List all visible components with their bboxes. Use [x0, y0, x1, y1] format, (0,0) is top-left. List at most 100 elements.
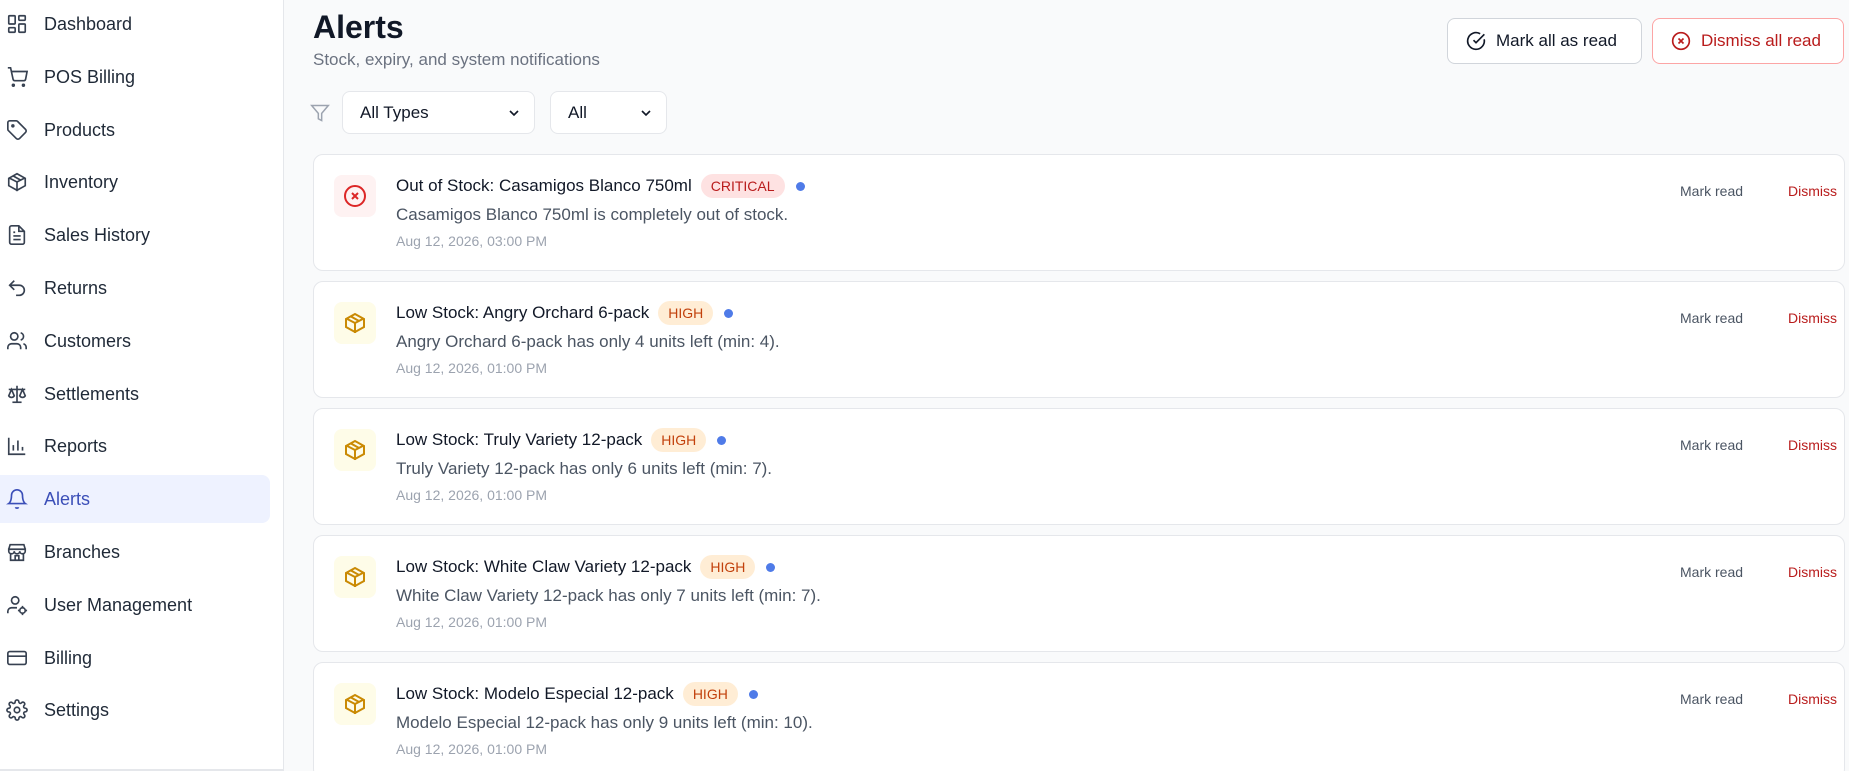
- sidebar-item-alerts[interactable]: Alerts: [0, 475, 270, 523]
- store-icon: [5, 540, 29, 564]
- package-icon: [334, 302, 376, 344]
- main-content: Alerts Stock, expiry, and system notific…: [284, 0, 1849, 771]
- severity-badge: HIGH: [682, 682, 738, 706]
- sidebar-item-reports[interactable]: Reports: [0, 422, 270, 470]
- alert-timestamp: Aug 12, 2026, 01:00 PM: [396, 741, 547, 757]
- dismiss-button[interactable]: Dismiss: [1788, 310, 1837, 326]
- alert-timestamp: Aug 12, 2026, 01:00 PM: [396, 614, 547, 630]
- sidebar-item-label: Reports: [44, 435, 108, 456]
- gear-icon: [5, 698, 29, 722]
- check-circle-icon: [1466, 31, 1486, 51]
- dashboard-icon: [5, 12, 29, 36]
- sidebar-item-label: Branches: [44, 541, 121, 562]
- credit-card-icon: [5, 646, 29, 670]
- user-cog-icon: [5, 593, 29, 617]
- alert-header: Low Stock: Angry Orchard 6-pack HIGH: [396, 301, 734, 325]
- mark-all-read-label: Mark all as read: [1496, 31, 1617, 50]
- sidebar-item-inventory[interactable]: Inventory: [0, 158, 270, 206]
- dismiss-button[interactable]: Dismiss: [1788, 691, 1837, 707]
- alert-title: Low Stock: Truly Variety 12-pack: [396, 430, 643, 449]
- chevron-down-icon: [506, 105, 522, 121]
- sidebar-item-dashboard[interactable]: Dashboard: [0, 0, 270, 48]
- unread-indicator: [717, 435, 727, 445]
- mark-all-read-button[interactable]: Mark all as read: [1447, 18, 1642, 64]
- severity-badge: HIGH: [651, 428, 707, 452]
- unread-indicator: [795, 181, 805, 191]
- users-icon: [5, 329, 29, 353]
- package-icon: [334, 556, 376, 598]
- severity-badge: CRITICAL: [700, 174, 785, 198]
- mark-read-button[interactable]: Mark read: [1680, 691, 1743, 707]
- mark-read-button[interactable]: Mark read: [1680, 310, 1743, 326]
- sidebar-item-settings[interactable]: Settings: [0, 686, 270, 734]
- sidebar-item-branches[interactable]: Branches: [0, 528, 270, 576]
- sidebar-item-label: Returns: [44, 277, 108, 298]
- alert-title: Low Stock: Angry Orchard 6-pack: [396, 303, 650, 322]
- unread-indicator: [724, 308, 734, 318]
- sidebar-item-label: POS Billing: [44, 66, 136, 87]
- dismiss-all-read-label: Dismiss all read: [1701, 31, 1821, 50]
- x-circle-icon: [1671, 31, 1691, 51]
- sidebar-item-sales-history[interactable]: Sales History: [0, 211, 270, 259]
- page-subtitle: Stock, expiry, and system notifications: [313, 50, 600, 69]
- x-circle-icon: [334, 175, 376, 217]
- sidebar-item-label: Customers: [44, 330, 132, 351]
- sidebar-item-user-management[interactable]: User Management: [0, 581, 270, 629]
- alert-header: Low Stock: Modelo Especial 12-pack HIGH: [396, 682, 758, 706]
- package-icon: [334, 683, 376, 725]
- severity-badge: HIGH: [700, 555, 756, 579]
- package-icon: [5, 170, 29, 194]
- alert-timestamp: Aug 12, 2026, 03:00 PM: [396, 233, 547, 249]
- alert-card: Low Stock: Truly Variety 12-pack HIGH Tr…: [313, 408, 1845, 525]
- dismiss-button[interactable]: Dismiss: [1788, 183, 1837, 199]
- sidebar-item-settlements[interactable]: Settlements: [0, 370, 270, 418]
- sidebar-item-pos-billing[interactable]: POS Billing: [0, 53, 270, 101]
- sidebar-item-customers[interactable]: Customers: [0, 317, 270, 365]
- sidebar-item-label: Billing: [44, 647, 93, 668]
- document-icon: [5, 223, 29, 247]
- sidebar-item-label: Inventory: [44, 171, 119, 192]
- alert-card: Low Stock: White Claw Variety 12-pack HI…: [313, 535, 1845, 652]
- alert-header: Out of Stock: Casamigos Blanco 750ml CRI…: [396, 174, 805, 198]
- mark-read-button[interactable]: Mark read: [1680, 183, 1743, 199]
- alert-title: Out of Stock: Casamigos Blanco 750ml: [396, 176, 692, 195]
- package-icon: [334, 429, 376, 471]
- sidebar-item-label: Settings: [44, 699, 110, 720]
- alert-card: Low Stock: Angry Orchard 6-pack HIGH Ang…: [313, 281, 1845, 398]
- alert-message: Truly Variety 12-pack has only 6 units l…: [396, 459, 773, 478]
- sidebar-item-returns[interactable]: Returns: [0, 264, 270, 312]
- alert-message: Angry Orchard 6-pack has only 4 units le…: [396, 332, 780, 351]
- unread-indicator: [748, 689, 758, 699]
- sidebar-item-label: User Management: [44, 594, 193, 615]
- mark-read-button[interactable]: Mark read: [1680, 437, 1743, 453]
- sidebar-item-label: Products: [44, 119, 116, 140]
- dismiss-button[interactable]: Dismiss: [1788, 564, 1837, 580]
- alert-header: Low Stock: White Claw Variety 12-pack HI…: [396, 555, 776, 579]
- alert-title: Low Stock: White Claw Variety 12-pack: [396, 557, 692, 576]
- alert-message: White Claw Variety 12-pack has only 7 un…: [396, 586, 821, 605]
- dismiss-button[interactable]: Dismiss: [1788, 437, 1837, 453]
- alert-title: Low Stock: Modelo Especial 12-pack: [396, 684, 674, 703]
- sidebar-item-label: Settlements: [44, 383, 140, 404]
- sidebar-item-products[interactable]: Products: [0, 106, 270, 154]
- tag-icon: [5, 118, 29, 142]
- type-filter-select[interactable]: All Types: [342, 91, 535, 134]
- cart-icon: [5, 65, 29, 89]
- alert-timestamp: Aug 12, 2026, 01:00 PM: [396, 487, 547, 503]
- alert-card: Low Stock: Modelo Especial 12-pack HIGH …: [313, 662, 1845, 771]
- page-title: Alerts: [313, 9, 404, 45]
- sidebar-item-billing[interactable]: Billing: [0, 634, 270, 682]
- unread-indicator: [766, 562, 776, 572]
- mark-read-button[interactable]: Mark read: [1680, 564, 1743, 580]
- sidebar-item-label: Sales History: [44, 224, 151, 245]
- sidebar: Dashboard POS Billing Products Inventory…: [0, 0, 284, 771]
- alert-header: Low Stock: Truly Variety 12-pack HIGH: [396, 428, 727, 452]
- sidebar-item-label: Alerts: [44, 488, 91, 509]
- severity-badge: HIGH: [658, 301, 714, 325]
- dismiss-all-read-button[interactable]: Dismiss all read: [1652, 18, 1844, 64]
- sidebar-item-label: Dashboard: [44, 13, 133, 34]
- status-filter-select[interactable]: All: [550, 91, 667, 134]
- type-filter-value: All Types: [360, 102, 429, 122]
- alert-card: Out of Stock: Casamigos Blanco 750ml CRI…: [313, 154, 1845, 271]
- status-filter-value: All: [568, 102, 587, 122]
